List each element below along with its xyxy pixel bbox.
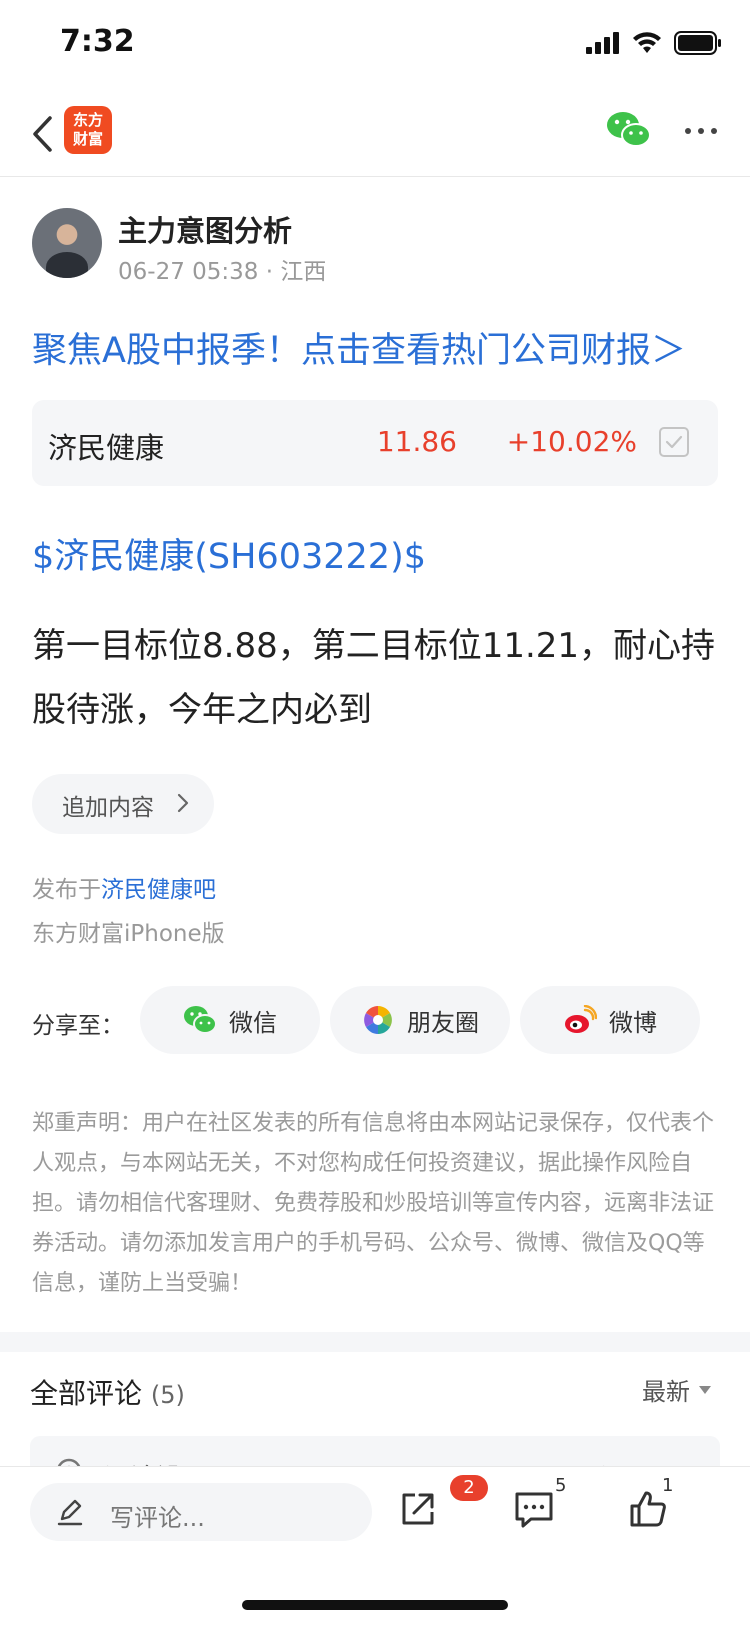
promo-link[interactable]: 聚焦A股中报季！点击查看热门公司财报＞ <box>32 322 686 373</box>
comment-icon <box>515 1492 553 1528</box>
post-date: 06-27 05:38 <box>118 259 259 285</box>
status-time: 7:32 <box>60 24 135 59</box>
author-name[interactable]: 主力意图分析 <box>118 208 292 250</box>
post-meta: 06-27 05:38 · 江西 <box>118 259 327 285</box>
watchlist-checkbox[interactable] <box>659 427 689 457</box>
comment-input[interactable]: 写评论... <box>30 1483 372 1541</box>
share-button[interactable] <box>390 1481 446 1537</box>
home-indicator <box>242 1600 508 1610</box>
section-divider <box>0 1332 750 1352</box>
weibo-icon <box>563 1005 597 1035</box>
moments-icon <box>361 1005 395 1035</box>
stock-tag-link[interactable]: $济民健康(SH603222)$ <box>32 528 426 579</box>
caret-down-icon <box>699 1385 711 1394</box>
share-weibo-button[interactable]: 微博 <box>520 986 700 1054</box>
share-icon <box>402 1493 434 1525</box>
check-icon <box>665 435 683 449</box>
avatar[interactable] <box>32 208 102 278</box>
wechat-share-icon[interactable] <box>606 110 652 150</box>
like-count: 1 <box>662 1475 674 1496</box>
back-button[interactable] <box>22 110 62 158</box>
status-icons <box>586 30 722 60</box>
pencil-icon <box>57 1499 83 1526</box>
comment-count: 5 <box>555 1475 567 1496</box>
battery-icon <box>674 31 722 59</box>
comments-count: (5) <box>150 1381 185 1409</box>
stock-price: 11.86 <box>376 425 457 458</box>
wifi-icon <box>632 32 662 58</box>
append-content-label: 追加内容 <box>62 795 154 821</box>
author-header: 主力意图分析 06-27 05:38 · 江西 <box>32 208 722 285</box>
post-body: 第一目标位8.88，第二目标位11.21，耐心持股待涨，今年之内必到 <box>32 626 716 730</box>
status-bar: 7:32 <box>0 0 750 92</box>
append-content-button[interactable]: 追加内容 <box>32 774 214 834</box>
wechat-icon <box>183 1005 217 1035</box>
chevron-left-icon <box>33 116 52 152</box>
client-info: 东方财富iPhone版 <box>32 921 225 947</box>
comments-button[interactable] <box>506 1481 562 1537</box>
share-wechat-button[interactable]: 微信 <box>140 986 320 1054</box>
app-logo[interactable]: 东方财富 <box>64 106 112 154</box>
sort-toggle[interactable]: 最新 <box>642 1372 712 1407</box>
stock-card[interactable]: 济民健康 11.86 +10.02% <box>32 400 718 486</box>
nav-bar: 东方财富 <box>0 92 750 177</box>
share-label: 分享至： <box>32 1013 124 1039</box>
chevron-right-icon <box>177 793 189 813</box>
post-location: 江西 <box>280 259 327 285</box>
comment-placeholder: 写评论... <box>110 1504 205 1532</box>
share-moments-button[interactable]: 朋友圈 <box>330 986 510 1054</box>
signal-icon <box>586 32 620 58</box>
share-badge: 2 <box>450 1475 488 1501</box>
forum-link[interactable]: 济民健康吧 <box>101 877 216 903</box>
comments-title: 全部评论 (5) <box>30 1377 185 1410</box>
stock-change: +10.02% <box>506 425 637 458</box>
disclaimer: 郑重声明：用户在社区发表的所有信息将由本网站记录保存，仅代表个人观点，与本网站无… <box>32 1111 715 1296</box>
stock-name: 济民健康 <box>48 431 165 465</box>
published-in: 发布于济民健康吧 <box>32 877 216 903</box>
more-options-button[interactable] <box>678 116 724 146</box>
